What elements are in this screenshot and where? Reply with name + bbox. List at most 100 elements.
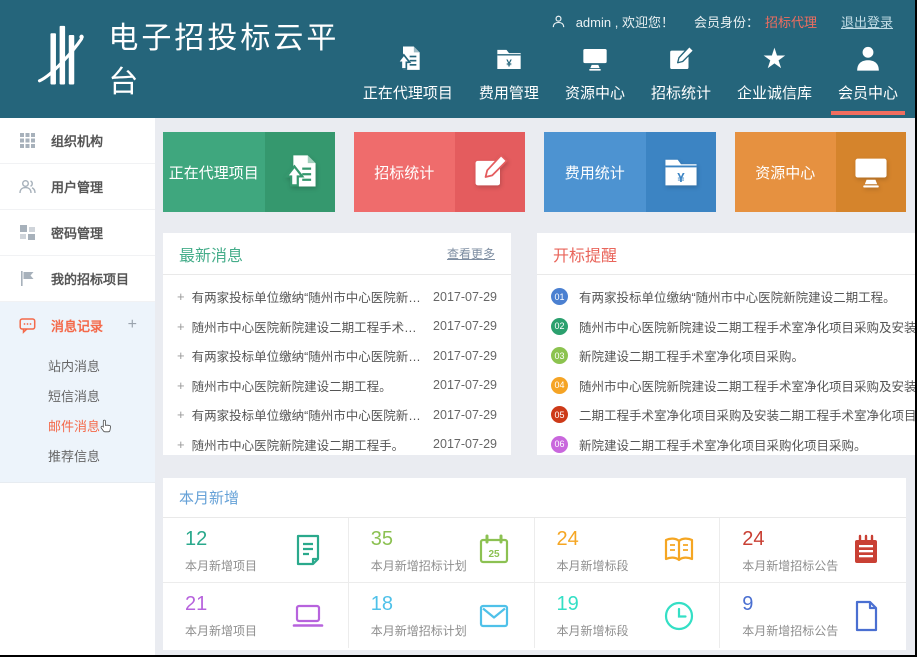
doc-upload-icon [393,44,423,74]
monthly-new-panel: 本月新增 12 本月新增项目 35 本月新增招标计划 [163,478,906,650]
identity-label: 会员身份： [694,12,759,31]
laptop-icon [290,598,326,634]
reminder-item[interactable]: 03新院建设二期工程手术室净化项目采购。 [551,341,915,371]
main-nav: 正在代理项目 ¥ 费用管理 资源中心 [350,44,911,115]
reminder-item[interactable]: 01有两家投标单位缴纳“随州市中心医院新院建设二期工程。 [551,282,915,312]
news-text: 随州市中心医院新院建设二期工程手。 [192,435,423,454]
reminder-item[interactable]: 02随州市中心医院新院建设二期工程手术室净化项目采购及安装”项目的招…… [551,312,915,342]
news-item[interactable]: +有两家投标单位缴纳“随州市中心医院新院建设……2017-07-29 [177,341,497,371]
note-icon [290,532,326,568]
nav-label: 招标统计 [651,82,711,103]
news-item[interactable]: +有两家投标单位缴纳“随州市中心医院新院建设。2017-07-29 [177,400,497,430]
users-icon [19,178,36,195]
news-date: 2017-07-29 [433,378,497,392]
quick-cards: 正在代理项目 招标统计 [163,132,906,212]
sidebar-submenu: 站内消息 短信消息 邮件消息 推荐信息 [0,348,155,483]
pencil-square-icon [455,132,525,212]
nav-item-credit-library[interactable]: ★ 企业诚信库 [724,44,825,115]
submenu-item-recommended-info[interactable]: 推荐信息 [0,440,155,470]
submenu-item-site-messages[interactable]: 站内消息 [0,350,155,380]
number-badge: 06 [551,436,568,453]
app-window: admin , 欢迎您！ 会员身份：招标代理 退出登录 电子招投标云平台 [0,0,915,655]
open-book-icon [661,532,697,568]
nav-label: 企业诚信库 [737,82,812,103]
header-main: 电子招投标云平台 正在代理项目 ¥ [0,31,915,115]
sidebar-item-label: 密码管理 [51,223,103,242]
news-item[interactable]: +随州市中心医院新院建设二期工程手。2017-07-29 [177,430,497,460]
flag-icon [19,270,36,287]
sidebar-item-organization[interactable]: 组织机构 [0,118,155,164]
submenu-item-sms-messages[interactable]: 短信消息 [0,380,155,410]
bullet: + [177,378,185,393]
submenu-label: 推荐信息 [48,446,100,465]
sidebar-item-label: 用户管理 [51,177,103,196]
card-fee-statistics[interactable]: 费用统计 ¥ [544,132,716,212]
card-label: 费用统计 [544,132,646,212]
sidebar-item-message-records[interactable]: 消息记录 + [0,302,155,348]
nav-label: 会员中心 [838,82,898,103]
bullet: + [177,437,185,452]
pencil-square-icon [666,44,696,74]
sidebar-item-password-management[interactable]: 密码管理 [0,210,155,256]
file-icon [848,598,884,634]
news-date: 2017-07-29 [433,349,497,363]
monitor-icon [580,44,610,74]
news-text: 随州市中心医院新院建设二期工程手术室。 [192,317,423,336]
card-bid-statistics[interactable]: 招标统计 [354,132,526,212]
brand-logo-icon [34,21,94,93]
brand: 电子招投标云平台 [34,13,350,101]
reminder-item[interactable]: 06新院建设二期工程手术室净化项目采购化项目采购。 [551,430,915,460]
news-date: 2017-07-29 [433,319,497,333]
svg-text:¥: ¥ [677,170,685,185]
user-icon [551,14,566,29]
reminder-text: 二期工程手术室净化项目采购及安装二期工程手术室净化项目采购及。 [579,405,915,424]
reminder-text: 新院建设二期工程手术室净化项目采购。 [579,346,804,365]
mail-icon [476,598,512,634]
news-item[interactable]: +随州市中心医院新院建设二期工程。2017-07-29 [177,371,497,401]
expand-plus-icon[interactable]: + [128,316,137,334]
star-icon: ★ [762,44,787,74]
sidebar-group-messages: 消息记录 + 站内消息 短信消息 邮件消息 推荐信息 [0,302,155,483]
view-more-link[interactable]: 查看更多 [447,245,495,262]
news-item[interactable]: +随州市中心医院新院建设二期工程手术室。2017-07-29 [177,312,497,342]
svg-text:25: 25 [488,549,500,560]
bullet: + [177,407,185,422]
nav-item-member-center[interactable]: 会员中心 [825,44,911,115]
reminder-item[interactable]: 04随州市中心医院新院建设二期工程手术室净化项目采购及安装”项目的招…… [551,371,915,401]
sidebar-item-label: 组织机构 [51,131,103,150]
sidebar-item-label: 消息记录 [51,316,103,335]
submenu-label: 邮件消息 [48,416,100,435]
reminder-item[interactable]: 05 二期工程手术室净化项目采购及安装二期工程手术室净化项目采购及。 [551,400,915,430]
main-content: 正在代理项目 招标统计 [155,118,915,655]
nav-item-agency-projects[interactable]: 正在代理项目 [350,44,466,115]
nav-item-resource-center[interactable]: 资源中心 [552,44,638,115]
card-resource-center[interactable]: 资源中心 [735,132,907,212]
calendar-icon: 25 [476,532,512,568]
bullet: + [177,348,185,363]
stat-new-bid-notices-2: 9 本月新增招标公告 [720,583,906,648]
chat-bubble-icon [19,317,36,334]
nav-label: 正在代理项目 [363,82,453,103]
reminder-text: 随州市中心医院新院建设二期工程手术室净化项目采购及安装”项目的招…… [579,376,915,395]
sidebar-item-user-management[interactable]: 用户管理 [0,164,155,210]
news-date: 2017-07-29 [433,408,497,422]
nav-item-bid-statistics[interactable]: 招标统计 [638,44,724,115]
stat-new-projects-2: 21 本月新增项目 [163,583,349,648]
news-list: +有两家投标单位缴纳“随州市中心医院新院建设……2017-07-29 +随州市中… [163,275,511,459]
card-label: 资源中心 [735,132,837,212]
grid-icon [19,132,36,149]
sidebar-item-my-bid-projects[interactable]: 我的招标项目 [0,256,155,302]
sidebar: 组织机构 用户管理 密码管理 [0,118,155,655]
bullet: + [177,289,185,304]
clock-icon [661,598,697,634]
number-badge: 05 [551,406,568,423]
news-item[interactable]: +有两家投标单位缴纳“随州市中心医院新院建设……2017-07-29 [177,282,497,312]
submenu-item-email-messages[interactable]: 邮件消息 [0,410,155,440]
number-badge: 02 [551,318,568,335]
panel-title: 本月新增 [179,487,239,508]
doc-upload-icon [265,132,335,212]
stat-new-projects-1: 12 本月新增项目 [163,518,349,583]
nav-item-fee-management[interactable]: ¥ 费用管理 [466,44,552,115]
logout-link[interactable]: 退出登录 [841,12,893,31]
card-agency-projects[interactable]: 正在代理项目 [163,132,335,212]
